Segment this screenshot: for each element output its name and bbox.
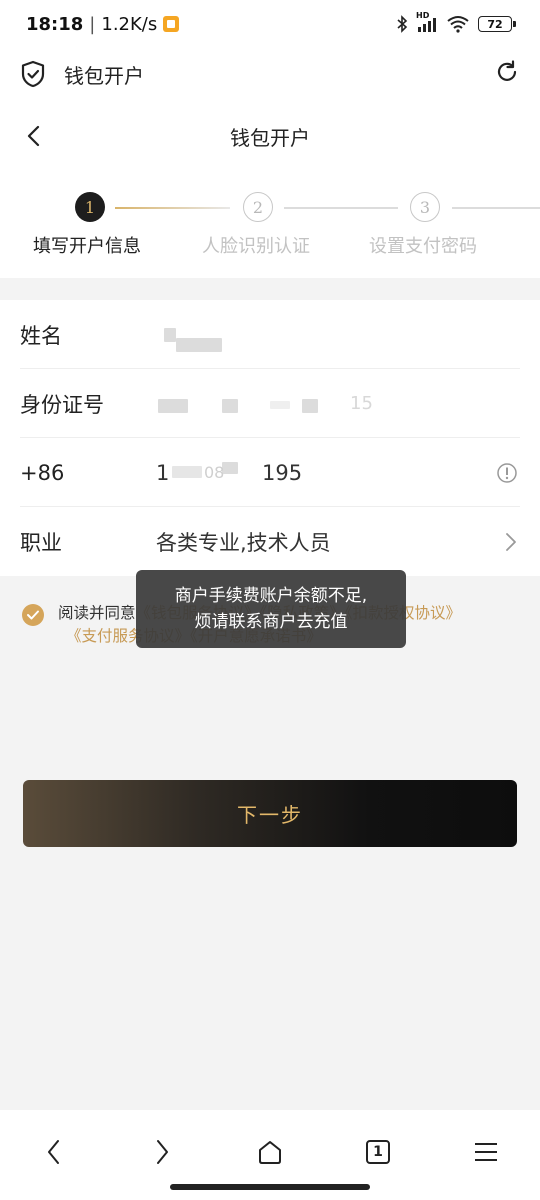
home-icon xyxy=(259,1141,281,1164)
menu-icon xyxy=(475,1143,497,1161)
account-form: 姓名 身份证号 15 +86 1 08 195 职业 各类专业,技术人员 xyxy=(0,300,540,576)
chevron-left-icon xyxy=(27,125,40,147)
phone-field-mid: 08 xyxy=(204,463,225,482)
shield-check-icon xyxy=(21,60,45,88)
nav-tabs-button[interactable]: 1 xyxy=(358,1132,398,1172)
page-title: 钱包开户 xyxy=(230,125,310,150)
name-row[interactable]: 姓名 xyxy=(0,300,540,369)
app-bar-title: 钱包开户 xyxy=(64,63,144,88)
app-bar: 钱包开户 xyxy=(0,48,540,100)
wallet-account-opening-page: 18:18 | 1.2K/s HD 72 钱包开户 钱包开户 1 2 3 填写开… xyxy=(0,0,540,1200)
toast-message: 商户手续费账户余额不足, 烦请联系商户去充值 xyxy=(136,570,406,648)
occupation-label: 职业 xyxy=(20,530,62,555)
step-connector xyxy=(115,207,230,209)
nav-menu-button[interactable] xyxy=(466,1132,506,1172)
masked-text xyxy=(172,466,202,478)
bluetooth-icon xyxy=(397,15,408,33)
occupation-select[interactable]: 各类专业,技术人员 xyxy=(156,527,331,557)
occupation-arrow[interactable] xyxy=(504,531,518,557)
wifi-icon xyxy=(447,16,469,33)
phone-row[interactable]: +86 1 08 195 xyxy=(0,438,540,507)
masked-text xyxy=(176,338,222,352)
masked-text xyxy=(222,399,238,413)
id-number-row[interactable]: 身份证号 15 xyxy=(0,369,540,438)
chevron-right-icon xyxy=(506,533,516,551)
masked-text xyxy=(222,462,238,474)
battery-icon: 72 xyxy=(478,16,516,32)
country-code: +86 xyxy=(20,460,65,485)
toast-line-2: 烦请联系商户去充值 xyxy=(194,612,348,632)
network-speed: 1.2K/s xyxy=(101,13,158,35)
check-icon xyxy=(27,610,39,620)
chevron-right-icon xyxy=(157,1140,168,1164)
home-indicator[interactable] xyxy=(170,1184,370,1190)
refresh-button[interactable] xyxy=(494,59,520,89)
tab-count: 1 xyxy=(373,1144,383,1160)
hd-label: HD xyxy=(416,11,430,20)
page-header: 钱包开户 xyxy=(0,100,540,172)
progress-steps: 1 2 3 填写开户信息 人脸识别认证 设置支付密码 xyxy=(0,172,540,278)
chevron-left-icon xyxy=(48,1140,59,1164)
name-label: 姓名 xyxy=(20,323,62,348)
back-button[interactable] xyxy=(24,124,44,152)
refresh-icon xyxy=(497,60,517,81)
nav-home-button[interactable] xyxy=(250,1132,290,1172)
step-1-indicator: 1 xyxy=(75,192,105,222)
battery-level: 72 xyxy=(487,17,503,31)
info-button[interactable] xyxy=(496,462,518,488)
agreement-checkbox[interactable] xyxy=(22,604,44,626)
info-icon xyxy=(497,463,517,483)
step-3-indicator: 3 xyxy=(410,192,440,222)
step-3-label: 设置支付密码 xyxy=(369,236,477,257)
status-bar: 18:18 | 1.2K/s HD 72 xyxy=(0,0,540,48)
id-number-label: 身份证号 xyxy=(20,392,104,417)
masked-text xyxy=(302,399,318,413)
masked-text xyxy=(270,401,290,409)
toast-line-1: 商户手续费账户余额不足, xyxy=(174,586,368,606)
tabs-icon: 1 xyxy=(366,1140,390,1164)
masked-text xyxy=(158,399,188,413)
nav-back-button[interactable] xyxy=(34,1132,74,1172)
step-connector xyxy=(284,207,398,209)
masked-text xyxy=(164,328,176,342)
agreement-prefix: 阅读并同意 xyxy=(58,604,136,622)
occupation-row[interactable]: 职业 各类专业,技术人员 xyxy=(0,507,540,576)
id-number-field[interactable]: 15 xyxy=(350,393,373,414)
next-step-button[interactable]: 下一步 xyxy=(23,780,517,847)
phone-field-end: 195 xyxy=(262,460,303,485)
step-2-label: 人脸识别认证 xyxy=(202,236,310,257)
notification-icon xyxy=(163,16,180,32)
phone-field-start[interactable]: 1 xyxy=(156,461,169,485)
nav-forward-button[interactable] xyxy=(142,1132,182,1172)
step-2-indicator: 2 xyxy=(243,192,273,222)
status-time: 18:18 xyxy=(26,13,84,35)
step-1-label: 填写开户信息 xyxy=(33,236,141,257)
step-connector xyxy=(452,207,540,209)
